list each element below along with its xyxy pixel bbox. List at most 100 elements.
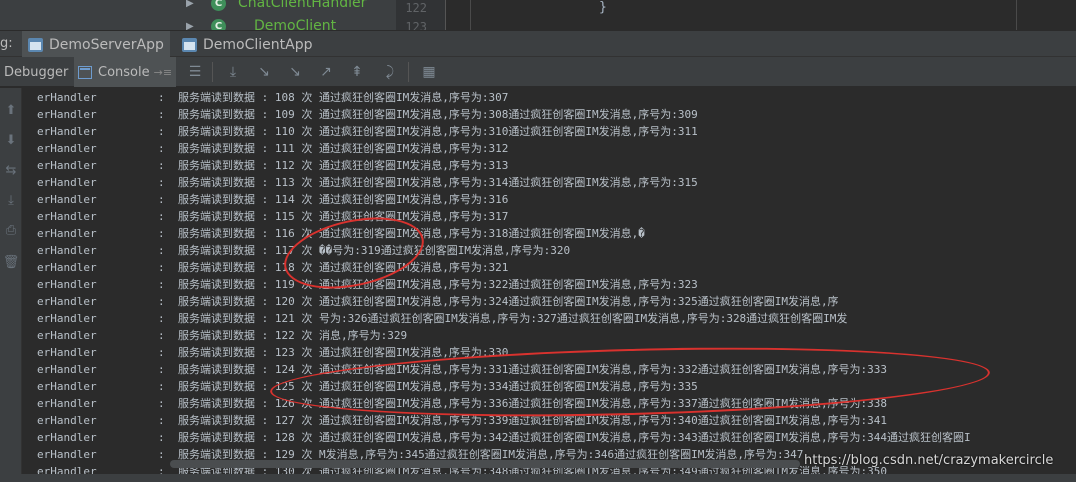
side-toolbar: ⬆ ⬇ ⇆ ⤓ ⎙ 🗑 — [0, 88, 22, 482]
log-source: erHandler — [37, 431, 97, 444]
log-separator: : — [158, 159, 165, 172]
log-separator: : — [158, 108, 165, 121]
line-number-gutter: 122 123 — [396, 0, 446, 30]
show-execution-point-icon[interactable]: ☰ — [186, 63, 204, 81]
log-message: 服务端读到数据 : 110 次 通过疯狂创客圈IM发消息,序号为:310通过疯狂… — [178, 125, 698, 138]
horizontal-scrollbar[interactable] — [170, 460, 800, 468]
line-number: 122 — [405, 1, 427, 15]
log-source: erHandler — [37, 210, 97, 223]
tab-label: Debugger — [4, 64, 69, 80]
log-source: erHandler — [37, 159, 97, 172]
tab-label: DemoClientApp — [203, 36, 313, 53]
log-separator: : — [158, 295, 165, 308]
run-to-cursor-icon[interactable]: ⤸ — [381, 63, 399, 81]
log-source: erHandler — [37, 176, 97, 189]
log-message: 服务端读到数据 : 109 次 通过疯狂创客圈IM发消息,序号为:308通过疯狂… — [178, 108, 698, 121]
line-number: 123 — [405, 20, 427, 30]
log-message: 服务端读到数据 : 108 次 通过疯狂创客圈IM发消息,序号为:307 — [178, 91, 509, 104]
log-source: erHandler — [37, 91, 97, 104]
restore-layout-icon[interactable]: →≡ — [154, 66, 172, 79]
class-icon: C — [211, 0, 226, 11]
step-out-icon[interactable]: ↗ — [317, 63, 335, 81]
log-source: erHandler — [37, 346, 97, 359]
class-icon: C — [211, 19, 226, 30]
evaluate-expression-icon[interactable]: ▦ — [420, 63, 438, 81]
log-source: erHandler — [37, 244, 97, 257]
log-separator: : — [158, 227, 165, 240]
project-tree: ▶ C ChatClientHandler ▶ C DemoClient — [0, 0, 396, 30]
log-message: 服务端读到数据 : 120 次 通过疯狂创客圈IM发消息,序号为:324通过疯狂… — [178, 295, 839, 308]
log-separator: : — [158, 244, 165, 257]
log-source: erHandler — [37, 329, 97, 342]
log-separator: : — [158, 278, 165, 291]
run-prefix: g: — [0, 36, 13, 51]
log-source: erHandler — [37, 414, 97, 427]
log-source: erHandler — [37, 227, 97, 240]
print-icon[interactable]: ⎙ — [2, 222, 20, 240]
tab-console[interactable]: Console →≡ — [74, 57, 177, 87]
log-separator: : — [158, 193, 165, 206]
scroll-to-end-icon[interactable]: ⤓ — [2, 192, 20, 210]
step-into-icon[interactable]: ↘ — [255, 63, 273, 81]
log-separator: : — [158, 431, 165, 444]
editor-strip: ▶ C ChatClientHandler ▶ C DemoClient 122… — [0, 0, 1076, 30]
run-tab-bar: g: DemoServerApp DemoClientApp — [0, 30, 1076, 58]
log-separator: : — [158, 363, 165, 376]
force-step-into-icon[interactable]: ↘ — [286, 63, 304, 81]
log-source: erHandler — [37, 193, 97, 206]
log-separator: : — [158, 125, 165, 138]
log-message: 服务端读到数据 : 119 次 通过疯狂创客圈IM发消息,序号为:322通过疯狂… — [178, 278, 698, 291]
code-editor[interactable]: } — [470, 0, 1076, 30]
application-icon — [28, 37, 43, 52]
log-source: erHandler — [37, 397, 97, 410]
log-separator: : — [158, 414, 165, 427]
code-line: } — [599, 0, 607, 15]
debug-toolbar: Debugger Console →≡ ☰ ⤓ ↘ ↘ ↗ ⇞ ⤸ ▦ — [0, 57, 1076, 87]
log-message: 服务端读到数据 : 121 次 号为:326通过疯狂创客圈IM发消息,序号为:3… — [178, 312, 848, 325]
log-source: erHandler — [37, 312, 97, 325]
tab-label: Console — [98, 64, 150, 80]
tab-label: DemoServerApp — [49, 36, 164, 53]
trash-icon[interactable]: 🗑 — [2, 254, 20, 272]
log-message: 服务端读到数据 : 113 次 通过疯狂创客圈IM发消息,序号为:314通过疯狂… — [178, 176, 698, 189]
toolbar-separator — [408, 62, 409, 82]
log-message: 服务端读到数据 : 112 次 通过疯狂创客圈IM发消息,序号为:313 — [178, 159, 509, 172]
status-bar — [0, 474, 1076, 482]
tab-debugger[interactable]: Debugger — [0, 57, 72, 87]
log-source: erHandler — [37, 295, 97, 308]
log-separator: : — [158, 176, 165, 189]
log-source: erHandler — [37, 108, 97, 121]
tree-item-chat-client-handler[interactable]: ChatClientHandler — [238, 0, 366, 11]
right-margin-line — [1016, 0, 1017, 30]
log-separator: : — [158, 448, 165, 461]
log-message: 服务端读到数据 : 128 次 通过疯狂创客圈IM发消息,序号为:342通过疯狂… — [178, 431, 971, 444]
log-separator: : — [158, 142, 165, 155]
log-separator: : — [158, 210, 165, 223]
log-separator: : — [158, 329, 165, 342]
application-icon — [182, 37, 197, 52]
log-message: 服务端读到数据 : 122 次 消息,序号为:329 — [178, 329, 408, 342]
tree-item-demo-client[interactable]: DemoClient — [254, 18, 336, 30]
arrow-down-icon[interactable]: ⬇ — [2, 132, 20, 150]
log-source: erHandler — [37, 380, 97, 393]
log-source: erHandler — [37, 142, 97, 155]
soft-wrap-icon[interactable]: ⇆ — [2, 162, 20, 180]
toolbar-separator — [212, 62, 213, 82]
tab-demo-server-app[interactable]: DemoServerApp — [22, 31, 170, 58]
console-output[interactable]: erHandler: 服务端读到数据 : 108 次 通过疯狂创客圈IM发消息,序… — [23, 88, 1076, 482]
tab-demo-client-app[interactable]: DemoClientApp — [176, 31, 318, 58]
drop-frame-icon[interactable]: ⇞ — [348, 63, 366, 81]
log-separator: : — [158, 346, 165, 359]
log-source: erHandler — [37, 125, 97, 138]
log-source: erHandler — [37, 448, 97, 461]
log-source: erHandler — [37, 278, 97, 291]
log-separator: : — [158, 397, 165, 410]
log-source: erHandler — [37, 261, 97, 274]
arrow-up-icon[interactable]: ⬆ — [2, 102, 20, 120]
expand-arrow-icon[interactable]: ▶ — [186, 0, 194, 12]
log-message: 服务端读到数据 : 111 次 通过疯狂创客圈IM发消息,序号为:312 — [178, 142, 509, 155]
watermark: https://blog.csdn.net/crazymakercircle — [804, 453, 1054, 468]
step-over-icon[interactable]: ⤓ — [224, 63, 242, 81]
expand-arrow-icon[interactable]: ▶ — [186, 19, 194, 30]
console-icon — [78, 65, 92, 79]
